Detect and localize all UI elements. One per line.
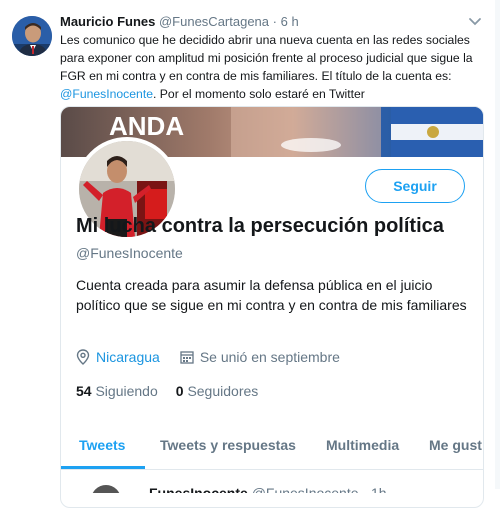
author-name[interactable]: Mauricio Funes [60, 14, 155, 29]
profile-location[interactable]: Nicaragua [96, 349, 160, 365]
profile-name[interactable]: Mi lucha contra la persecución política [76, 215, 444, 238]
right-edge [495, 0, 500, 489]
profile-stats: 54 Siguiendo 0 Seguidores [76, 383, 258, 399]
profile-card[interactable]: ANDA Seguir Mi lucha contra la persecuci… [60, 106, 484, 508]
tab-media[interactable]: Multimedia [326, 437, 399, 453]
profile-bio: Cuenta creada para asumir la defensa púb… [76, 277, 467, 313]
follow-button[interactable]: Seguir [365, 169, 465, 203]
following-label: Siguiendo [95, 383, 158, 399]
followers-label: Seguidores [187, 383, 259, 399]
next-tweet-avatar [91, 485, 121, 493]
following-stat[interactable]: 54 Siguiendo [76, 383, 158, 399]
profile-meta: Nicaragua Se unió en septiembre [76, 349, 340, 365]
tab-likes[interactable]: Me gust [429, 437, 482, 453]
separator-dot: · [272, 14, 277, 29]
author-avatar[interactable] [12, 16, 52, 56]
next-tweet-preview[interactable]: FunesInocente @FunesInocente · 1h [61, 473, 483, 493]
followers-stat[interactable]: 0 Seguidores [176, 383, 259, 399]
profile-tabs: Tweets Tweets y respuestas Multimedia Me… [61, 425, 483, 470]
tweet-time[interactable]: 6 h [281, 14, 299, 29]
following-count: 54 [76, 383, 92, 399]
followers-count: 0 [175, 383, 184, 399]
next-tweet-handle: @FunesInocente · 1h [251, 485, 387, 493]
tab-tweets[interactable]: Tweets [79, 437, 125, 453]
tweet-header: Mauricio Funes @FunesCartagena · 6 h [60, 14, 299, 29]
tweet: Mauricio Funes @FunesCartagena · 6 h Les… [0, 0, 500, 508]
calendar-icon [180, 351, 194, 364]
next-tweet-header: FunesInocente @FunesInocente · 1h [149, 485, 387, 493]
tweet-text-tail: . Por el momento solo estaré en Twitter [153, 87, 365, 101]
tweet-text-body: Les comunico que he decidido abrir una n… [60, 33, 473, 83]
profile-handle[interactable]: @FunesInocente [76, 245, 183, 261]
active-tab-indicator [61, 466, 145, 469]
tab-tweets-replies[interactable]: Tweets y respuestas [160, 437, 296, 453]
tweet-text: Les comunico que he decidido abrir una n… [60, 31, 485, 103]
chevron-down-icon[interactable] [468, 16, 482, 28]
next-tweet-name: FunesInocente [149, 485, 248, 493]
author-handle[interactable]: @FunesCartagena [159, 14, 269, 29]
profile-joined-date: Se unió en septiembre [199, 349, 340, 365]
mention-link[interactable]: @FunesInocente [60, 87, 153, 101]
location-pin-icon [76, 349, 90, 365]
